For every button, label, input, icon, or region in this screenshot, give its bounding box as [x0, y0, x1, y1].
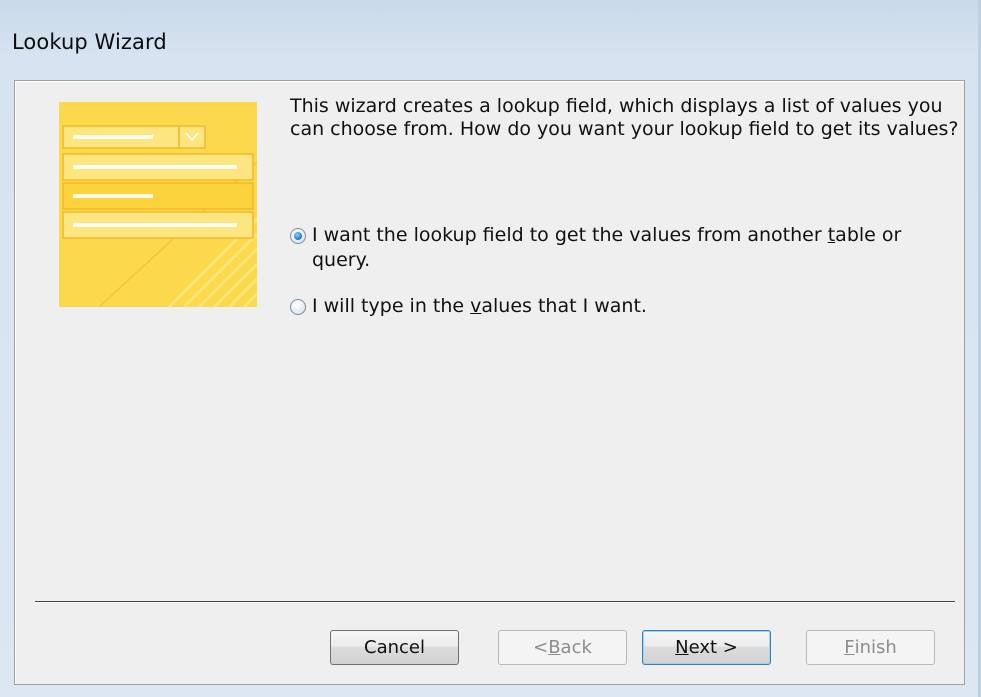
footer-separator: [35, 601, 955, 603]
window-title: Lookup Wizard: [12, 30, 167, 54]
option-type-values[interactable]: I will type in the values that I want.: [290, 294, 647, 319]
radio-selected-icon[interactable]: [290, 228, 306, 244]
title-bar[interactable]: Lookup Wizard: [0, 0, 978, 78]
cancel-button[interactable]: Cancel: [330, 630, 459, 665]
radio-unselected-icon[interactable]: [290, 299, 306, 315]
wizard-instructions: This wizard creates a lookup field, whic…: [290, 95, 959, 140]
option-from-table-or-query[interactable]: I want the lookup field to get the value…: [290, 223, 962, 273]
option-from-table-label[interactable]: I want the lookup field to get the value…: [312, 223, 962, 273]
back-button: < Back: [498, 630, 627, 665]
next-button[interactable]: Next >: [642, 630, 771, 665]
finish-button: Finish: [806, 630, 935, 665]
option-type-values-label[interactable]: I will type in the values that I want.: [312, 294, 647, 319]
lookup-wizard-window: Lookup Wizard This wizard creates a look…: [0, 0, 981, 697]
wizard-client-area: This wizard creates a lookup field, whic…: [14, 80, 965, 685]
wizard-illustration-icon: [59, 102, 257, 307]
